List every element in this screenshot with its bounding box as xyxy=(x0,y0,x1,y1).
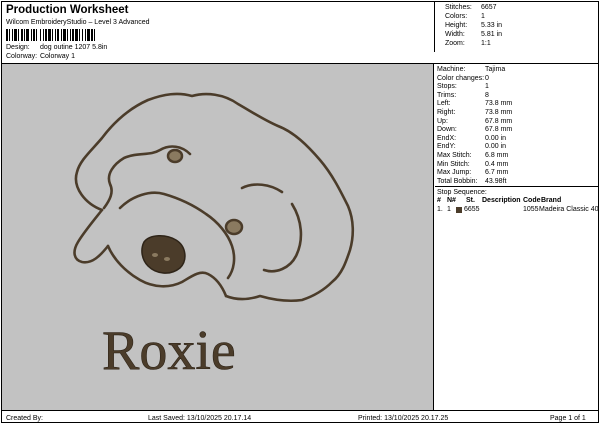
colorway-label: Colorway: xyxy=(6,53,38,60)
detail-value: 73.8 mm xyxy=(485,100,513,108)
row-code: 1055 xyxy=(523,206,539,213)
stat-label: Stitches: xyxy=(445,4,472,11)
row-n: 1 xyxy=(447,206,451,213)
detail-row: Trims: 8 xyxy=(437,92,489,99)
design-value: dog outine 1207 5.8in xyxy=(39,44,108,51)
detail-label: Machine: xyxy=(437,66,466,73)
stat-label: Zoom: xyxy=(445,40,465,47)
details-divider xyxy=(435,186,599,187)
detail-value: 67.8 mm xyxy=(485,117,513,125)
detail-value: 0.00 in xyxy=(485,134,507,142)
detail-label: EndX: xyxy=(437,134,457,142)
detail-label: Max Jump: xyxy=(437,169,472,177)
detail-row: Max Stitch: 6.8 mm xyxy=(437,152,508,159)
stat-row-height: Height: 5.33 in xyxy=(445,22,502,29)
nostril-left xyxy=(152,253,158,257)
design-preview: Roxie xyxy=(2,64,434,410)
thread-outline xyxy=(73,92,355,303)
detail-row: EndX: 0.00 in xyxy=(437,135,506,142)
detail-label: Trims: xyxy=(437,91,457,99)
detail-row: EndY: 0.00 in xyxy=(437,143,506,150)
lettering-roxie: Roxie xyxy=(102,320,236,382)
detail-label: EndY: xyxy=(437,143,456,151)
detail-label: Down: xyxy=(437,126,457,134)
col-code: Code xyxy=(523,197,541,204)
nose xyxy=(141,235,186,274)
detail-label: Left: xyxy=(437,100,451,108)
detail-value: 67.8 mm xyxy=(485,126,513,134)
detail-value: 0.00 in xyxy=(485,143,507,151)
detail-value: 6.8 mm xyxy=(485,152,509,159)
machine-details-panel: Machine: Tajima Color changes:0 Stops: 1 Trim… xyxy=(435,64,599,410)
design-label: Design: xyxy=(6,44,30,51)
stat-value: 5.81 in xyxy=(481,31,503,38)
created-by: Created By: xyxy=(6,415,43,422)
stat-row-colors: Colors: 1 xyxy=(445,13,485,20)
detail-label: Min Stitch: xyxy=(437,160,470,168)
page-number: Page 1 of 1 xyxy=(550,415,586,422)
design-row: Design: dog outine 1207 5.8in xyxy=(6,44,107,51)
detail-row: Left: 73.8 mm xyxy=(437,100,512,107)
detail-row: Down: 67.8 mm xyxy=(437,126,512,133)
detail-value: 0 xyxy=(485,74,489,82)
stat-label: Colors: xyxy=(445,13,468,20)
stat-label: Width: xyxy=(445,31,465,38)
stat-value: 1 xyxy=(481,13,485,20)
colorway-value: Colorway 1 xyxy=(39,53,75,60)
detail-label: Color changes: xyxy=(437,74,485,82)
detail-label: Total Bobbin: xyxy=(437,177,478,185)
stats-box: Stitches: 6657 Colors: 1 Height: 5.33 in Wi… xyxy=(434,2,599,52)
detail-value: Tajima xyxy=(485,66,506,73)
stop-sequence-title: Stop Sequence: xyxy=(437,189,487,196)
row-brand: Madeira Classic 40 xyxy=(539,206,599,213)
worksheet-page: Production Worksheet Wilcom EmbroiderySt… xyxy=(1,1,599,423)
col-n: N# xyxy=(447,197,456,204)
detail-row: Max Jump: 6.7 mm xyxy=(437,169,508,176)
detail-row: Color changes:0 xyxy=(437,75,489,82)
col-brand: Brand xyxy=(541,197,562,204)
detail-row: Min Stitch: 0.4 mm xyxy=(437,161,508,168)
stat-value: 5.33 in xyxy=(481,22,503,29)
row-st: 6655 xyxy=(464,206,480,213)
nostril-right xyxy=(164,257,170,261)
barcode-bar xyxy=(95,29,97,41)
barcode xyxy=(6,29,166,41)
col-description: Description xyxy=(482,197,521,204)
detail-row: Machine: Tajima xyxy=(437,66,505,73)
stat-value: 6657 xyxy=(481,4,497,11)
col-num: # xyxy=(437,197,441,204)
col-st: St. xyxy=(466,197,475,204)
detail-value: 0.4 mm xyxy=(485,160,509,168)
printed-date: Printed: 13/10/2025 20.17.25 xyxy=(358,415,449,422)
detail-label: Stops: xyxy=(437,83,457,91)
detail-row: Total Bobbin: 43.98ft xyxy=(437,178,506,185)
detail-label: Max Stitch: xyxy=(437,152,472,159)
page-title: Production Worksheet xyxy=(6,4,129,16)
stat-row-width: Width: 5.81 in xyxy=(445,31,502,38)
footer: Created By: Last Saved: 13/10/2025 20.17… xyxy=(2,410,598,423)
last-saved: Last Saved: 13/10/2025 20.17.14 xyxy=(148,415,252,422)
detail-value: 8 xyxy=(485,91,489,99)
software-name: Wilcom EmbroideryStudio – Level 3 Advanc… xyxy=(6,19,150,26)
detail-row: Right: 73.8 mm xyxy=(437,109,512,116)
detail-value: 1 xyxy=(485,83,489,91)
right-eye xyxy=(224,218,244,236)
detail-value: 73.8 mm xyxy=(485,109,513,116)
stat-value: 1:1 xyxy=(481,40,491,47)
detail-label: Right: xyxy=(437,109,456,116)
detail-label: Up: xyxy=(437,117,448,125)
detail-row: Up: 67.8 mm xyxy=(437,118,512,125)
detail-row: Stops: 1 xyxy=(437,83,489,90)
row-num: 1. xyxy=(437,206,443,213)
stat-row-zoom: Zoom: 1:1 xyxy=(445,40,491,47)
dog-embroidery-illustration: Roxie xyxy=(73,92,355,382)
colorway-row: Colorway: Colorway 1 xyxy=(6,53,75,60)
left-eye xyxy=(166,148,184,164)
thread-color-swatch xyxy=(456,207,462,213)
stat-label: Height: xyxy=(445,22,468,29)
detail-value: 6.7 mm xyxy=(485,169,509,177)
detail-value: 43.98ft xyxy=(485,177,507,185)
stat-row-stitches: Stitches: 6657 xyxy=(445,4,497,11)
